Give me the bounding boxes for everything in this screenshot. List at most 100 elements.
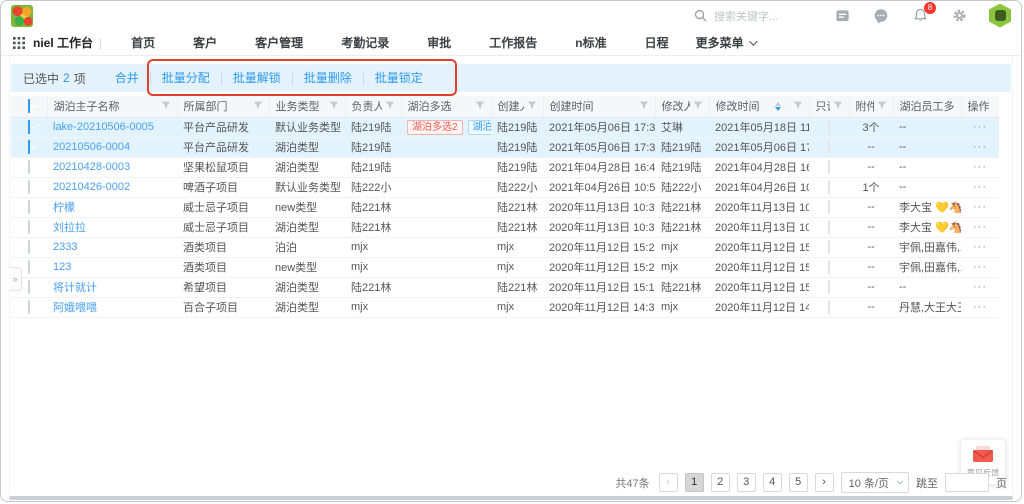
nav-item-5[interactable]: 工作报告 [470,34,556,51]
messages-icon[interactable] [872,7,890,25]
record-name-link[interactable]: 阿娥喂喂 [53,302,97,314]
filter-funnel-icon[interactable] [253,100,263,113]
column-header-8: 修改时间 [709,96,809,117]
batch-action-3[interactable]: 批量删除 [292,71,363,85]
global-search[interactable]: 搜索关键字... [694,1,778,30]
filter-funnel-icon[interactable] [877,100,887,113]
filter-funnel-icon[interactable] [639,100,649,113]
row-actions-icon[interactable]: ··· [973,161,987,173]
readonly-checkbox[interactable] [828,140,830,154]
notifications-bell-icon[interactable]: 8 [911,7,929,25]
readonly-checkbox[interactable] [828,300,830,314]
nav-item-3[interactable]: 考勤记录 [322,34,408,51]
nav-item-1[interactable]: 客户 [174,34,236,51]
filter-funnel-icon[interactable] [475,100,485,113]
row-actions-icon[interactable]: ··· [973,241,987,253]
multi-select-tags-cell [401,177,491,197]
record-name-link[interactable]: 将计就计 [53,282,97,294]
row-checkbox[interactable] [28,180,30,194]
readonly-checkbox[interactable] [828,240,830,254]
user-avatar[interactable] [989,4,1011,28]
batch-action-4[interactable]: 批量锁定 [363,71,434,85]
next-page-button[interactable]: › [815,473,834,492]
record-name-link[interactable]: 柠檬 [53,202,75,214]
nav-item-2[interactable]: 客户管理 [236,34,322,51]
nav-item-7[interactable]: 日程 [626,34,688,51]
modified-time-cell: 2020年11月12日 14:38 [709,297,809,317]
calendar-icon[interactable] [833,7,851,25]
tag-blue[interactable]: 湖泊多选1 [468,120,491,135]
page-button-3[interactable]: 3 [737,473,756,492]
row-actions-icon[interactable]: ··· [973,141,987,153]
filter-funnel-icon[interactable] [793,100,803,113]
page-jump-input[interactable] [945,473,989,492]
nav-item-4[interactable]: 审批 [408,34,470,51]
filter-funnel-icon[interactable] [385,100,395,113]
readonly-checkbox[interactable] [828,120,830,134]
page-size-select[interactable]: 10 条/页 [841,472,909,493]
page-button-5[interactable]: 5 [789,473,808,492]
nav-item-6[interactable]: n标准 [556,34,625,51]
select-all-checkbox[interactable] [28,99,30,113]
row-checkbox[interactable] [28,240,30,254]
sort-icon[interactable] [775,102,781,111]
attachments-cell: -- [849,197,893,217]
row-actions-icon[interactable]: ··· [973,121,987,133]
row-checkbox[interactable] [28,160,30,174]
row-checkbox[interactable] [28,260,30,274]
row-actions-icon[interactable]: ··· [973,221,987,233]
more-menu-button[interactable]: 更多菜单 [688,34,763,51]
readonly-checkbox[interactable] [828,200,830,214]
created-time-cell: 2020年11月12日 15:15 [543,277,655,297]
filter-funnel-icon[interactable] [833,100,843,113]
filter-funnel-icon[interactable] [527,100,537,113]
readonly-checkbox[interactable] [828,180,830,194]
row-checkbox[interactable] [28,220,30,234]
row-actions-icon[interactable]: ··· [973,181,987,193]
record-name-link[interactable]: 刘拉拉 [53,222,86,234]
batch-action-1[interactable]: 批量分配 [150,71,221,85]
modifier-cell: mjx [655,257,709,277]
workspace-switcher[interactable]: niel 工作台 [13,34,93,51]
created-time-cell: 2020年11月12日 15:25 [543,237,655,257]
readonly-checkbox[interactable] [828,160,830,174]
row-checkbox[interactable] [28,120,30,134]
filter-funnel-icon[interactable] [329,100,339,113]
table-row: 将计就计希望项目湖泊类型陆221林陆221林2020年11月12日 15:15陆… [11,277,999,297]
row-actions-icon[interactable]: ··· [973,301,987,313]
sidebar-expand-toggle[interactable]: » [9,267,22,291]
employees-cell: 宇佩,田嘉伟,205 [893,237,961,257]
record-name-link[interactable]: 20210426-0002 [53,181,130,193]
readonly-checkbox[interactable] [828,220,830,234]
horizontal-scrollbar[interactable] [9,496,1013,500]
page-button-2[interactable]: 2 [711,473,730,492]
row-actions-icon[interactable]: ··· [973,201,987,213]
row-checkbox[interactable] [28,140,30,154]
nav-item-0[interactable]: 首页 [112,34,174,51]
record-name-link[interactable]: lake-20210506-0005 [53,121,154,133]
record-name-link[interactable]: 123 [53,261,71,273]
employees-cell: 李大宝 💛🐴🦄 [893,217,961,237]
row-actions-icon[interactable]: ··· [973,261,987,273]
filter-funnel-icon[interactable] [693,100,703,113]
row-checkbox[interactable] [28,300,30,314]
prev-page-button[interactable]: ‹ [659,473,678,492]
record-name-link[interactable]: 20210428-0003 [53,161,130,173]
batch-action-0[interactable]: 合并 [104,71,150,85]
row-checkbox[interactable] [28,200,30,214]
row-actions-icon[interactable]: ··· [973,281,987,293]
attachments-cell: -- [849,157,893,177]
record-name-link[interactable]: 2333 [53,241,77,253]
tag-red[interactable]: 湖泊多选2 [407,120,463,135]
page-button-4[interactable]: 4 [763,473,782,492]
batch-action-2[interactable]: 批量解锁 [221,71,292,85]
page-button-1[interactable]: 1 [685,473,704,492]
record-name-link[interactable]: 20210506-0004 [53,141,130,153]
filter-funnel-icon[interactable] [161,100,171,113]
readonly-checkbox[interactable] [828,260,830,274]
settings-gear-icon[interactable] [950,7,968,25]
readonly-checkbox[interactable] [828,280,830,294]
batch-actions: 合并批量分配批量解锁批量删除批量锁定 [104,70,434,86]
app-logo[interactable] [11,5,33,27]
row-checkbox[interactable] [28,280,30,294]
